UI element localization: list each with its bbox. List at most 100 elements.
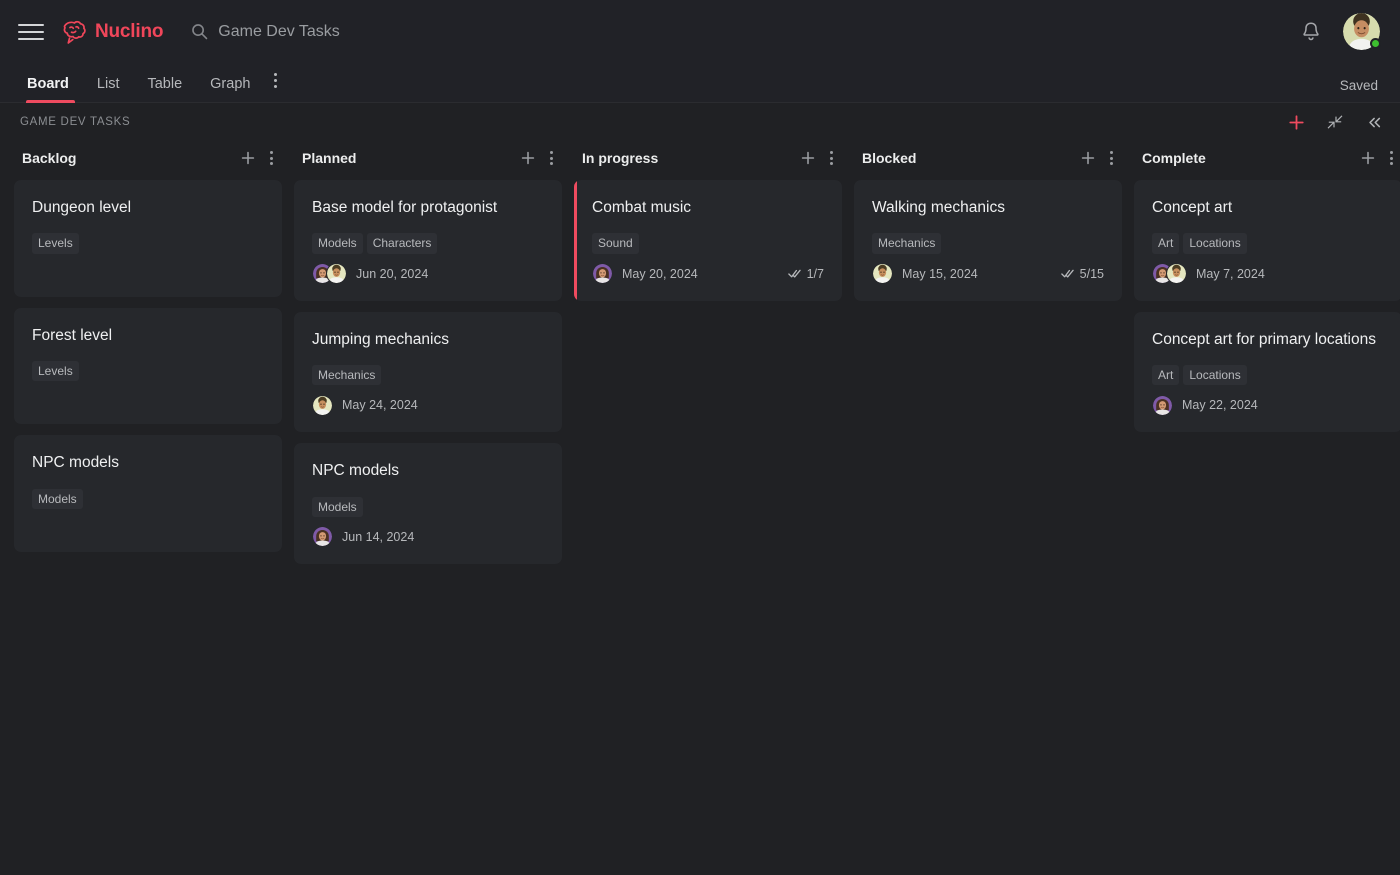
card-tag[interactable]: Art	[1152, 233, 1180, 254]
hamburger-menu-icon[interactable]	[18, 19, 44, 45]
card-meta	[32, 390, 264, 408]
breadcrumb[interactable]: GAME DEV TASKS	[20, 116, 130, 128]
column-options-button[interactable]	[1107, 149, 1116, 167]
card-date: May 20, 2024	[622, 266, 698, 281]
card-tag[interactable]: Levels	[32, 233, 79, 254]
tab-list[interactable]: List	[83, 76, 134, 102]
column-cards: Combat music Sound May 20, 2024 1/7	[574, 180, 842, 301]
plus-icon	[521, 151, 535, 165]
card-tag[interactable]: Locations	[1183, 233, 1247, 254]
column-add-card-button[interactable]	[521, 151, 535, 165]
card-progress-text: 5/15	[1079, 266, 1104, 281]
assignee-avatar	[1166, 263, 1187, 285]
board-card[interactable]: Combat music Sound May 20, 2024 1/7	[574, 180, 842, 301]
card-tags: Art Locations	[1152, 365, 1384, 386]
column-options-button[interactable]	[1387, 149, 1396, 167]
plus-icon	[1081, 151, 1095, 165]
board-card[interactable]: Base model for protagonist Models Charact…	[294, 180, 562, 301]
tab-graph[interactable]: Graph	[196, 76, 264, 102]
card-tags: Mechanics	[312, 365, 544, 386]
card-title: Jumping mechanics	[312, 330, 449, 348]
nuclino-logo-text: Nuclino	[95, 20, 164, 42]
card-tag[interactable]: Mechanics	[312, 365, 382, 386]
card-tag[interactable]: Models	[312, 496, 363, 517]
card-tag[interactable]: Art	[1152, 365, 1180, 386]
column-header: Complete	[1134, 141, 1400, 175]
assignee-avatar	[312, 394, 333, 416]
collapse-columns-button[interactable]	[1325, 112, 1345, 132]
card-assignees	[872, 263, 893, 285]
card-assignees	[1152, 263, 1187, 285]
more-vertical-icon	[550, 151, 553, 165]
column-options-button[interactable]	[267, 149, 276, 167]
nuclino-logo[interactable]: Nuclino	[60, 19, 163, 45]
column-options-button[interactable]	[547, 149, 556, 167]
tab-table[interactable]: Table	[133, 76, 196, 102]
board-card[interactable]: Forest level Levels	[14, 307, 282, 425]
assignee-avatar	[872, 263, 893, 285]
view-options-more-icon[interactable]	[264, 73, 288, 102]
more-vertical-icon	[274, 73, 278, 92]
assignee-avatar	[1152, 394, 1173, 416]
card-title: Combat music	[592, 199, 692, 216]
board-card[interactable]: Dungeon level Levels	[14, 180, 282, 297]
bell-icon[interactable]	[1301, 21, 1321, 42]
column-options-button[interactable]	[827, 149, 836, 167]
tab-board[interactable]: Board	[18, 76, 83, 103]
card-tag[interactable]: Mechanics	[872, 233, 942, 254]
view-tabs: Board List Table Graph	[18, 73, 288, 103]
card-tag[interactable]: Locations	[1183, 365, 1247, 386]
column-add-card-button[interactable]	[1081, 151, 1095, 165]
card-date: May 15, 2024	[902, 266, 978, 281]
card-tag[interactable]: Sound	[592, 233, 639, 254]
column-title: Complete	[1142, 150, 1206, 166]
collapse-diagonal-icon	[1327, 115, 1343, 129]
board-card[interactable]: Walking mechanics Mechanics May 15, 2024	[854, 180, 1122, 301]
column-title: Blocked	[862, 150, 917, 166]
card-tags: Sound	[592, 233, 824, 254]
column-title: Planned	[302, 150, 357, 166]
column-add-card-button[interactable]	[801, 151, 815, 165]
card-title: Concept art for primary locations	[1152, 330, 1376, 348]
search-box[interactable]: Game Dev Tasks	[191, 23, 340, 41]
column-add-card-button[interactable]	[241, 151, 255, 165]
board-column-blocked: Blocked Walking mechanics Mechanics May …	[848, 141, 1128, 875]
card-meta: May 24, 2024	[312, 394, 544, 416]
card-date: May 22, 2024	[1182, 398, 1258, 413]
board-column-complete: Complete Concept art Art Locations May 7…	[1128, 141, 1400, 875]
board-card[interactable]: Jumping mechanics Mechanics May 24, 2024	[294, 311, 562, 433]
card-meta: May 7, 2024	[1152, 263, 1384, 285]
card-title: Base model for protagonist	[312, 199, 498, 216]
nuclino-brain-logo-icon	[63, 20, 86, 44]
card-tag[interactable]: Characters	[366, 233, 438, 254]
view-tab-bar: Board List Table Graph Saved	[0, 63, 1400, 103]
card-assignees	[592, 263, 613, 285]
card-meta	[32, 263, 264, 281]
more-vertical-icon	[1110, 151, 1113, 165]
card-title: Dungeon level	[32, 199, 132, 216]
top-bar-right	[1301, 0, 1381, 63]
collapse-sidebar-button[interactable]	[1364, 112, 1384, 132]
card-tags: Levels	[32, 361, 264, 382]
add-item-button[interactable]	[1286, 112, 1306, 132]
card-tag[interactable]: Models	[32, 488, 83, 509]
breadcrumb-actions	[1286, 103, 1384, 141]
board-card[interactable]: Concept art Art Locations May 7, 2024	[1134, 180, 1400, 301]
card-meta: May 15, 2024 5/15	[872, 263, 1104, 285]
card-tag[interactable]: Models	[312, 233, 363, 254]
card-meta: May 22, 2024	[1152, 394, 1384, 416]
board-card[interactable]: NPC models Models Jun 14, 2024	[294, 443, 562, 564]
double-check-icon	[1060, 269, 1074, 278]
column-title: In progress	[582, 150, 659, 166]
card-tags: Levels	[32, 233, 264, 254]
board-card[interactable]: Concept art for primary locations Art Loc…	[1134, 311, 1400, 433]
column-add-card-button[interactable]	[1361, 151, 1375, 165]
board-column-in-progress: In progress Combat music Sound May 20, 2…	[568, 141, 848, 875]
user-avatar[interactable]	[1343, 13, 1381, 50]
card-meta: Jun 20, 2024	[312, 263, 544, 285]
card-assignees	[312, 263, 347, 285]
card-progress: 5/15	[1060, 266, 1104, 281]
card-tags: Art Locations	[1152, 233, 1384, 254]
board-card[interactable]: NPC models Models	[14, 435, 282, 552]
card-tag[interactable]: Levels	[32, 361, 79, 382]
